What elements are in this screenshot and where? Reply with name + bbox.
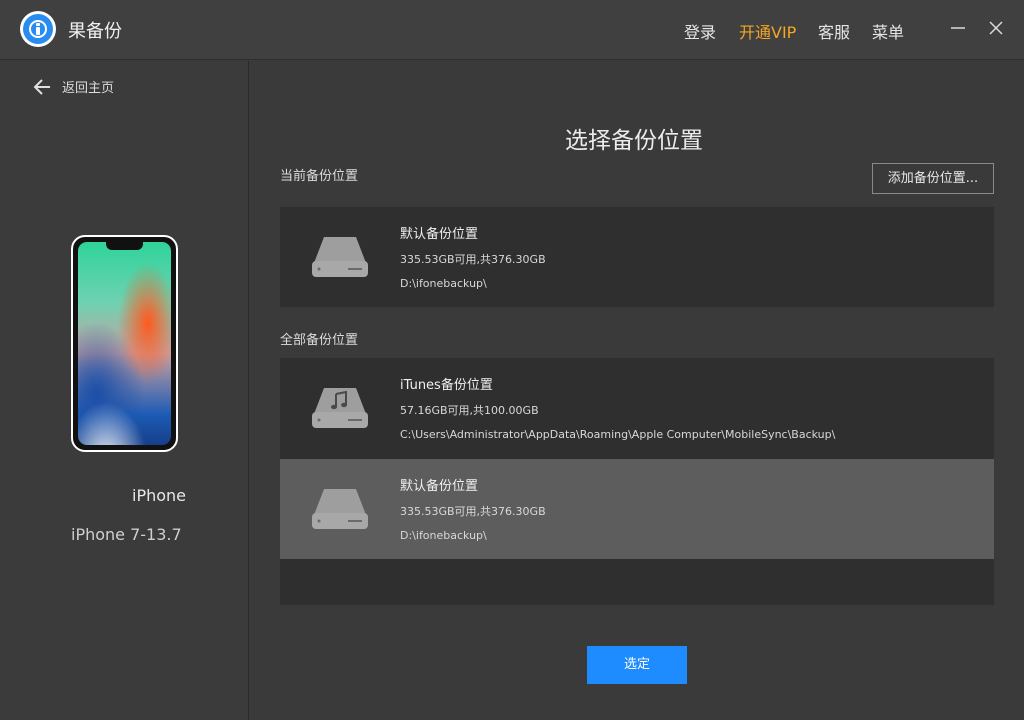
back-home-label: 返回主页 (62, 81, 115, 96)
add-location-button[interactable]: 添加备份位置... (872, 163, 994, 194)
all-locations-label: 全部备份位置 (280, 333, 359, 348)
location-size: 335.53GB可用,共376.30GB (400, 253, 546, 266)
location-path: C:\Users\Administrator\AppData\Roaming\A… (400, 428, 836, 441)
drive-icon (312, 489, 368, 529)
device-name: iPhone (132, 486, 187, 505)
support-link[interactable]: 客服 (818, 19, 850, 43)
all-locations-list: iTunes备份位置 57.16GB可用,共100.00GB C:\Users\… (280, 358, 994, 605)
minimize-icon[interactable] (946, 16, 970, 40)
drive-icon (312, 237, 368, 277)
music-drive-icon (312, 388, 368, 428)
menu-link[interactable]: 菜单 (872, 19, 904, 43)
current-location-label: 当前备份位置 (280, 169, 359, 184)
location-path: D:\ifonebackup\ (400, 277, 487, 290)
close-icon[interactable] (984, 16, 1008, 40)
phone-image (71, 235, 178, 452)
login-link[interactable]: 登录 (684, 19, 716, 43)
location-name: 默认备份位置 (400, 227, 479, 242)
location-size: 57.16GB可用,共100.00GB (400, 404, 539, 417)
app-title: 果备份 (68, 21, 122, 42)
page-title: 选择备份位置 (565, 128, 703, 154)
default-location-item[interactable]: 默认备份位置 335.53GB可用,共376.30GB D:\ifoneback… (280, 459, 994, 559)
confirm-button[interactable]: 选定 (587, 646, 687, 684)
app-logo-icon (20, 11, 56, 47)
title-bar: 果备份 登录 开通VIP 客服 菜单 (0, 0, 1024, 60)
device-model: iPhone 7-13.7 (71, 525, 182, 544)
sidebar: 返回主页 iPhone iPhone 7-13.7 (0, 61, 249, 720)
current-location-item[interactable]: 默认备份位置 335.53GB可用,共376.30GB D:\ifoneback… (280, 207, 994, 307)
current-location-list: 默认备份位置 335.53GB可用,共376.30GB D:\ifoneback… (280, 207, 994, 307)
vip-link[interactable]: 开通VIP (739, 19, 796, 43)
location-name: iTunes备份位置 (400, 378, 493, 393)
arrow-left-icon (33, 79, 50, 95)
location-name: 默认备份位置 (400, 479, 479, 494)
location-size: 335.53GB可用,共376.30GB (400, 505, 546, 518)
location-path: D:\ifonebackup\ (400, 529, 487, 542)
itunes-location-item[interactable]: iTunes备份位置 57.16GB可用,共100.00GB C:\Users\… (280, 358, 994, 458)
